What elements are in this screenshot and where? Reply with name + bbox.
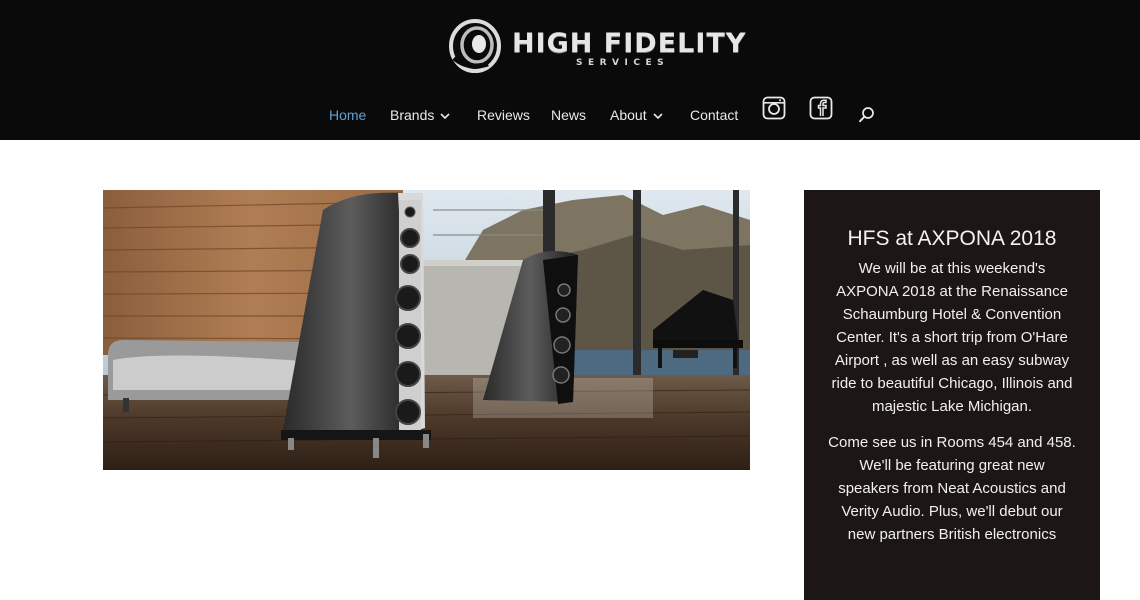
nav-item-label: About	[610, 107, 647, 123]
nav-item-home[interactable]: Home	[329, 107, 366, 123]
news-widget: HFS at AXPONA 2018 We will be at this we…	[804, 190, 1100, 600]
nav-item-label: News	[551, 107, 587, 123]
speakers-room-illustration	[103, 190, 750, 470]
nav-item-about[interactable]: About	[610, 107, 664, 123]
chevron-down-icon	[440, 113, 450, 120]
site-header: HIGH FIDELITY SERVICES Home Brands Revie…	[0, 0, 1140, 140]
facebook-icon[interactable]	[809, 96, 833, 120]
nav-item-news[interactable]: News	[551, 107, 586, 123]
nav-item-reviews[interactable]: Reviews	[477, 107, 530, 123]
brand-tagline: SERVICES	[576, 58, 670, 68]
nav-item-label: Home	[329, 107, 367, 123]
nav-item-label: Contact	[690, 107, 739, 123]
widget-title: HFS at AXPONA 2018	[847, 227, 1057, 250]
widget-paragraph: We will be at this weekend's AXPONA 2018…	[831, 260, 1073, 415]
nav-item-label: Brands	[390, 107, 435, 123]
nav-item-contact[interactable]: Contact	[690, 107, 738, 123]
widget-body: We will be at this weekend's AXPONA 2018…	[828, 257, 1076, 559]
site-logo[interactable]: HIGH FIDELITY SERVICES	[448, 18, 768, 78]
nav-item-label: Reviews	[477, 107, 530, 123]
instagram-icon[interactable]	[762, 96, 786, 120]
logo-swirl-icon	[449, 19, 501, 73]
chevron-down-icon	[653, 113, 663, 120]
search-icon[interactable]	[858, 106, 876, 124]
main-nav: Home Brands Reviews News About Contact	[0, 96, 1140, 132]
widget-paragraph: Come see us in Rooms 454 and 458. We'll …	[828, 434, 1076, 543]
nav-item-brands[interactable]: Brands	[390, 107, 451, 123]
hero-image	[103, 190, 750, 470]
brand-name: HIGH FIDELITY	[512, 28, 747, 59]
